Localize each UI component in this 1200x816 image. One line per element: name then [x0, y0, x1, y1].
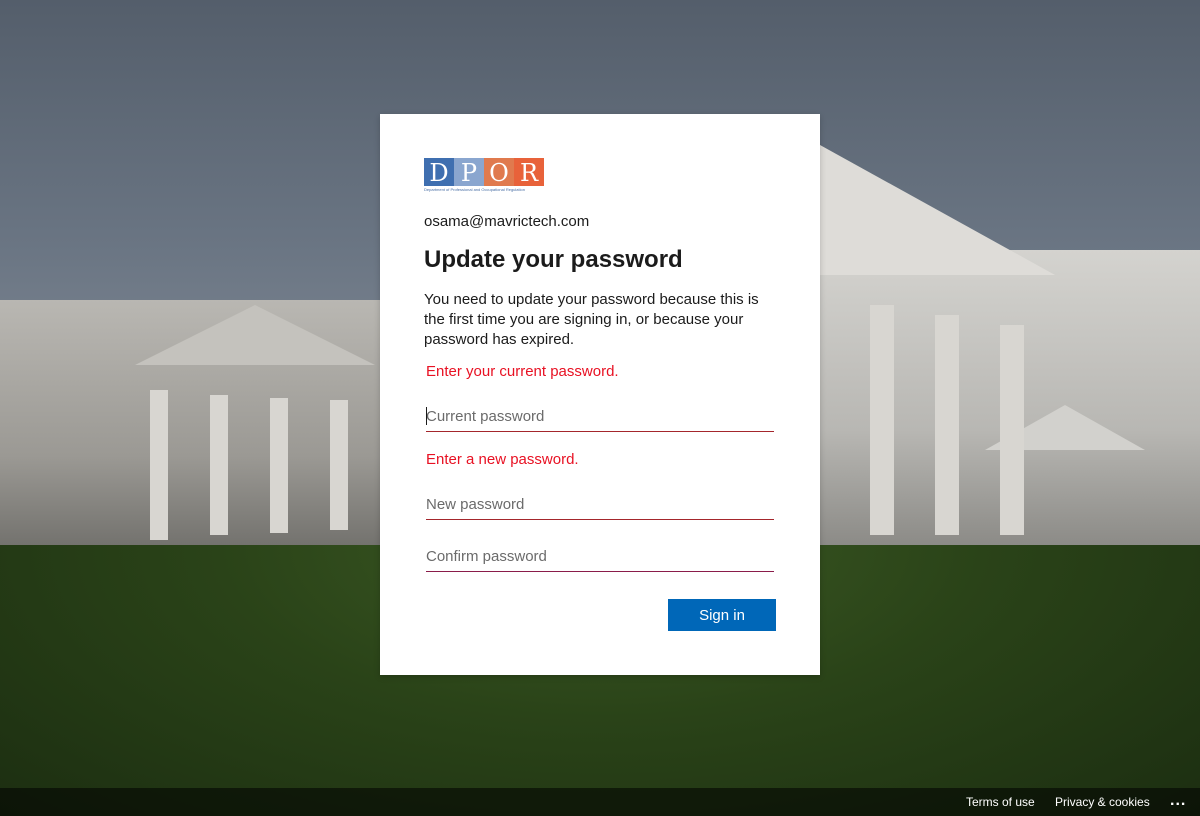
page-description: You need to update your password because… [424, 291, 759, 348]
privacy-cookies-link[interactable]: Privacy & cookies [1055, 795, 1150, 809]
building-left-pediment [135, 305, 375, 365]
dpor-logo: D P O R Department of Professional and O… [424, 158, 546, 194]
column [1000, 325, 1024, 535]
account-email: osama@mavrictech.com [424, 213, 590, 230]
logo-tagline: Department of Professional and Occupatio… [424, 187, 525, 192]
column [870, 305, 894, 535]
column [270, 398, 288, 533]
update-password-dialog: D P O R Department of Professional and O… [380, 114, 820, 675]
text-caret [426, 407, 427, 425]
logo-tile-o: O [484, 158, 514, 187]
new-password-error: Enter a new password. [426, 451, 579, 468]
current-password-error: Enter your current password. [426, 363, 619, 380]
building-right-pediment [820, 145, 1055, 275]
confirm-password-input[interactable] [426, 541, 774, 572]
logo-tile-p: P [454, 158, 484, 187]
more-options-icon[interactable]: ... [1170, 792, 1186, 810]
sign-in-button[interactable]: Sign in [668, 599, 776, 631]
current-password-input[interactable] [426, 401, 774, 432]
logo-tile-d: D [424, 158, 454, 187]
column [150, 390, 168, 540]
column [935, 315, 959, 535]
column [210, 395, 228, 535]
new-password-input[interactable] [426, 489, 774, 520]
logo-tile-r: R [514, 158, 544, 187]
footer: Terms of use Privacy & cookies ... [0, 788, 1200, 816]
terms-of-use-link[interactable]: Terms of use [966, 795, 1035, 809]
page-title: Update your password [424, 246, 683, 273]
column [330, 400, 348, 530]
